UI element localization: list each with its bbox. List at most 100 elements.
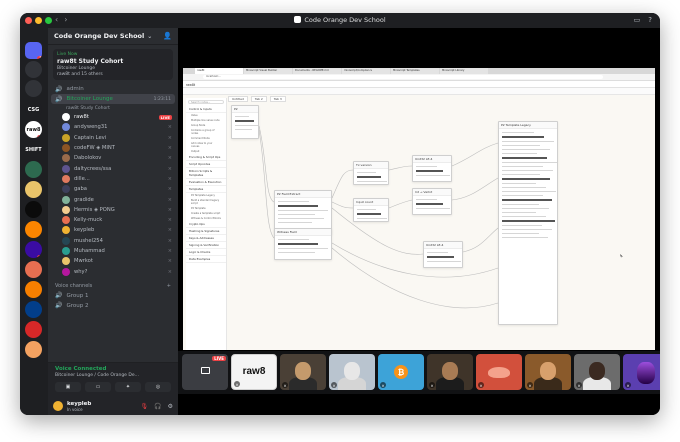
screen-share-view[interactable]: raw8t Miniscript Visual Builder Documents … <box>183 68 655 350</box>
voice-user[interactable]: keypleb ⨯ <box>62 225 178 235</box>
server-icon-0[interactable]: 1 <box>25 42 42 59</box>
user-info[interactable]: keypleb In voice <box>67 401 91 412</box>
palette-category[interactable]: Script Opcodes <box>186 161 226 168</box>
avatar[interactable] <box>53 401 63 411</box>
screen-share-button[interactable]: ▭ <box>85 382 111 392</box>
help-icon[interactable]: ? <box>648 16 652 24</box>
server-icon-11[interactable] <box>25 261 42 278</box>
connection-wire <box>258 129 275 239</box>
browser-tab[interactable]: raw8t <box>195 68 243 74</box>
server-icon-10[interactable]: 1 <box>25 241 42 258</box>
voice-user[interactable]: andyweng31 ⨯ <box>62 122 178 132</box>
participant-tile[interactable]: ⨯ <box>574 354 620 390</box>
participant-tile[interactable]: ⨯ <box>623 354 660 390</box>
voice-user[interactable]: why? ⨯ <box>62 266 178 276</box>
graph-node[interactable]: P2 <box>231 105 259 139</box>
palette-category[interactable]: Evaluation & Execution <box>186 179 226 186</box>
palette-item[interactable]: Add notes to your canvas <box>186 141 226 149</box>
server-icon-12[interactable] <box>25 281 42 298</box>
browser-tab[interactable]: Documents - README.md <box>293 68 341 74</box>
voice-user[interactable]: Mwrkot ⨯ <box>62 256 178 266</box>
palette-category[interactable]: Keys & Addresses <box>186 235 226 242</box>
voice-user[interactable]: daltycrees/ssa ⨯ <box>62 163 178 173</box>
voice-user[interactable]: raw8t LIVE <box>62 112 178 122</box>
graph-node[interactable]: Uint32 LE-4 <box>423 241 463 268</box>
graph-node[interactable]: Int → VarInt <box>412 188 452 215</box>
browser-tab[interactable]: Miniscript Visual Builder <box>244 68 292 74</box>
server-icon-5[interactable]: SHIFT <box>25 141 42 158</box>
palette-category[interactable]: Bitcoin Scripts & Templates <box>186 168 226 179</box>
voice-user[interactable]: Dabolokov ⨯ <box>62 153 178 163</box>
server-icon-7[interactable] <box>25 181 42 198</box>
channel-group-2[interactable]: 🔊 Group 2 <box>48 301 178 311</box>
connection-wire <box>451 142 499 167</box>
palette-category[interactable]: Data Examples <box>186 256 226 263</box>
server-icon-15[interactable] <box>25 341 42 358</box>
participant-tile[interactable]: ⨯ <box>525 354 571 390</box>
voice-user[interactable]: gradide ⨯ <box>62 194 178 204</box>
server-icon-6[interactable] <box>25 161 42 178</box>
voice-user[interactable]: Kelly-muck ⨯ <box>62 215 178 225</box>
participant-tile[interactable]: LIVE <box>182 354 228 390</box>
voice-user[interactable]: Muhammad ⨯ <box>62 246 178 256</box>
soundboard-button[interactable]: ◎ <box>145 382 171 392</box>
participant-tile[interactable]: ₿ ⨯ <box>378 354 424 390</box>
voice-user[interactable]: Captain Levi ⨯ <box>62 133 178 143</box>
palette-item[interactable]: Contains a group of nodes <box>186 128 226 136</box>
voice-user[interactable]: codeFW ◈ MINT ⨯ <box>62 143 178 153</box>
server-icon-2[interactable] <box>25 80 42 97</box>
gear-icon[interactable]: ⚙ <box>168 403 173 410</box>
graph-node[interactable]: P2 Template Legacy <box>498 121 558 325</box>
palette-category[interactable]: Logic & Checks <box>186 249 226 256</box>
palette-category[interactable]: Control & Inputs <box>186 106 226 113</box>
server-icon-1[interactable] <box>25 61 42 78</box>
avatar <box>62 164 70 173</box>
graph-node[interactable]: Tx version <box>353 161 389 185</box>
participant-tile[interactable]: ⨯ <box>476 354 522 390</box>
muted-mic-icon: ⨯ <box>380 382 386 388</box>
palette-category[interactable]: Crypto Ops <box>186 221 226 228</box>
participant-tile[interactable]: ⨯ <box>427 354 473 390</box>
voice-location[interactable]: Bitcoiner Lounge / Code Orange De... <box>48 372 178 379</box>
channel-bitcoiner-lounge[interactable]: 🔊 Bitcoiner Lounge 1:23:11 <box>51 94 175 104</box>
live-now-card[interactable]: Live Now raw8t Study Cohort Bitcoiner Lo… <box>53 49 173 80</box>
graph-node[interactable]: Input count <box>353 198 389 222</box>
voice-user[interactable]: Hermis ◈ PONG ⨯ <box>62 205 178 215</box>
add-channel-icon[interactable]: + <box>167 283 171 289</box>
browser-tab[interactable]: miniscript/compiler.rs <box>342 68 390 74</box>
palette-category[interactable]: Signing & Verification <box>186 242 226 249</box>
graph-node[interactable]: Uint32 LE-4 <box>412 155 452 182</box>
server-icon-8[interactable] <box>25 201 42 218</box>
node-palette: Search nodes... Control & Inputs Value Mul… <box>186 98 227 350</box>
graph-node[interactable]: Witness Field <box>274 228 332 260</box>
voice-channels-header[interactable]: Voice channels + <box>48 277 178 291</box>
voice-user[interactable]: gaba ⨯ <box>62 184 178 194</box>
headphones-icon[interactable]: 🎧 <box>154 403 161 410</box>
server-icon-14[interactable] <box>25 321 42 338</box>
participant-tile[interactable]: raw8 ⨯ <box>231 354 277 390</box>
inbox-icon[interactable]: ▭ <box>634 16 641 24</box>
browser-tab[interactable]: Miniscript Library <box>440 68 488 74</box>
server-icon-4[interactable]: raw8 3 <box>25 121 42 138</box>
voice-user[interactable]: dille... ⨯ <box>62 174 178 184</box>
palette-category[interactable]: Encoding & Script Ops <box>186 154 226 161</box>
server-header[interactable]: Code Orange Dev School ⌄ 👤 <box>48 28 178 45</box>
palette-category[interactable]: Hashing & Signatures <box>186 228 226 235</box>
participant-tile[interactable]: ⨯ <box>329 354 375 390</box>
participant-tile[interactable]: ⨯ <box>280 354 326 390</box>
browser-tab[interactable]: Miniscript Templates <box>391 68 439 74</box>
add-member-icon[interactable]: 👤 <box>163 32 172 40</box>
server-icon-13[interactable] <box>25 301 42 318</box>
channel-admin[interactable]: 🔊 admin <box>48 84 178 94</box>
palette-item[interactable]: Build a standard legacy script <box>186 198 226 206</box>
mute-mic-icon[interactable]: 🎙 <box>141 403 149 410</box>
server-icon-3[interactable]: CSG <box>25 101 42 118</box>
muted-icon: ⨯ <box>167 186 172 193</box>
palette-category[interactable]: Templates <box>186 186 226 193</box>
activities-button[interactable]: ✦ <box>115 382 141 392</box>
camera-button[interactable]: ▣ <box>55 382 81 392</box>
server-icon-9[interactable] <box>25 221 42 238</box>
channel-group-1[interactable]: 🔊 Group 1 <box>48 291 178 301</box>
node-title: Input count <box>354 199 388 206</box>
voice-user[interactable]: mushel254 ⨯ <box>62 236 178 246</box>
